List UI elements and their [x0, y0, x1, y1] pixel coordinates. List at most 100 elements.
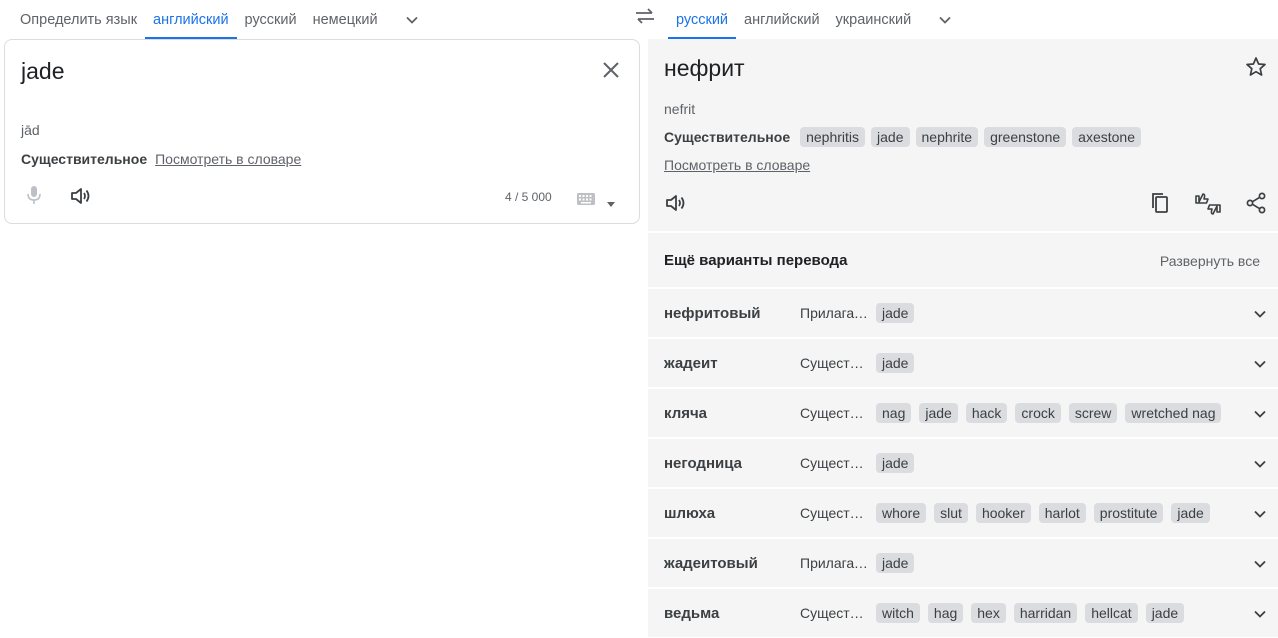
source-tab-russian[interactable]: русский: [237, 0, 305, 39]
synonym-chip[interactable]: nephrite: [915, 127, 979, 147]
star-icon: [1246, 57, 1266, 76]
translation-panel: нефрит nefrit Существительное nephritis …: [648, 39, 1278, 231]
save-translation-button[interactable]: [1244, 55, 1268, 79]
synonym-chip[interactable]: nephritis: [800, 127, 866, 147]
chevron-down-icon: [1254, 310, 1266, 318]
back-translation-chip[interactable]: jade: [876, 353, 915, 373]
chevron-down-icon: [405, 16, 418, 24]
caret-down-icon: [607, 202, 615, 207]
voice-input-button[interactable]: [23, 184, 45, 206]
alternative-pos: Существительное: [800, 455, 868, 471]
back-translation-chip[interactable]: hack: [965, 403, 1008, 423]
back-translation-chip[interactable]: hag: [927, 603, 964, 623]
alternative-chips: nag jade hack crock screw wretched nag: [876, 403, 1222, 423]
chevron-down-icon: [1254, 610, 1266, 618]
thumbs-icon: [1195, 193, 1221, 215]
translation-dictionary-link[interactable]: Посмотреть в словаре: [664, 157, 810, 173]
back-translation-chip[interactable]: witch: [876, 603, 920, 623]
source-more-languages-button[interactable]: [386, 0, 438, 39]
source-tab-english[interactable]: английский: [145, 0, 237, 39]
mic-icon: [27, 186, 41, 204]
character-count: 4 / 5 000: [505, 190, 552, 204]
target-more-languages-button[interactable]: [919, 0, 971, 39]
speaker-icon: [71, 188, 90, 204]
back-translation-chip[interactable]: screw: [1068, 403, 1118, 423]
back-translation-chip[interactable]: slut: [934, 503, 968, 523]
source-text-panel: jade jād Существительное Посмотреть в сл…: [4, 39, 640, 224]
target-tab-russian[interactable]: русский: [668, 0, 737, 39]
target-language-bar: русский английский украинский: [668, 0, 1278, 39]
copy-icon: [1152, 193, 1168, 213]
alternative-pos: Существительное: [800, 505, 868, 521]
back-translation-chip[interactable]: whore: [876, 503, 927, 523]
alternative-pos: Прилагательное: [800, 305, 868, 321]
alternative-pos: Существительное: [800, 605, 868, 621]
alternative-row[interactable]: нефритовый Прилагательное jade: [648, 289, 1278, 339]
alternative-row[interactable]: шлюха Существительное whore slut hooker …: [648, 489, 1278, 539]
expand-all-button[interactable]: Развернуть все: [1160, 253, 1260, 269]
back-translation-chip[interactable]: crock: [1015, 403, 1061, 423]
back-translation-chip[interactable]: harridan: [1013, 603, 1078, 623]
back-translation-chip[interactable]: hellcat: [1085, 603, 1138, 623]
back-translation-chip[interactable]: harlot: [1038, 503, 1086, 523]
back-translation-chip[interactable]: jade: [1171, 503, 1210, 523]
chevron-down-icon: [1254, 410, 1266, 418]
synonym-chip[interactable]: axestone: [1072, 127, 1141, 147]
alternative-chips: jade: [876, 553, 915, 573]
alternative-word: жадеитовый: [664, 554, 758, 572]
source-tab-german[interactable]: немецкий: [305, 0, 386, 39]
back-translation-chip[interactable]: hex: [971, 603, 1006, 623]
alternative-word: ведьма: [664, 604, 720, 622]
target-tab-ukrainian[interactable]: украинский: [828, 0, 920, 39]
back-translation-chip[interactable]: nag: [876, 403, 912, 423]
back-translation-chip[interactable]: prostitute: [1093, 503, 1164, 523]
speaker-icon: [666, 195, 685, 211]
alternative-chips: witch hag hex harridan hellcat jade: [876, 603, 1185, 623]
back-translation-chip[interactable]: jade: [876, 453, 915, 473]
translation-part-of-speech: Существительное nephritis jade nephrite …: [664, 127, 1141, 147]
target-tab-english[interactable]: английский: [736, 0, 828, 39]
alternative-word: жадеит: [664, 354, 718, 372]
back-translation-chip[interactable]: jade: [876, 303, 915, 323]
clear-source-button[interactable]: [599, 58, 623, 82]
alternative-row[interactable]: жадеит Существительное jade: [648, 339, 1278, 389]
alternatives-title: Ещё варианты перевода: [664, 252, 848, 269]
back-translation-chip[interactable]: hooker: [975, 503, 1031, 523]
source-listen-button[interactable]: [69, 184, 93, 208]
synonym-chip[interactable]: greenstone: [984, 127, 1067, 147]
back-translation-chip[interactable]: jade: [876, 553, 915, 573]
chevron-down-icon: [1254, 460, 1266, 468]
translation-listen-button[interactable]: [664, 191, 688, 215]
alternative-chips: whore slut hooker harlot prostitute jade: [876, 503, 1210, 523]
translation-pos-label: Существительное: [664, 129, 791, 145]
alternative-row[interactable]: кляча Существительное nag jade hack croc…: [648, 389, 1278, 439]
alternative-row[interactable]: негодница Существительное jade: [648, 439, 1278, 489]
back-translation-chip[interactable]: wretched nag: [1125, 403, 1222, 423]
source-transliteration: jād: [21, 122, 40, 138]
back-translation-chip[interactable]: jade: [919, 403, 958, 423]
source-dictionary-link[interactable]: Посмотреть в словаре: [155, 151, 301, 167]
back-translation-chip[interactable]: jade: [1145, 603, 1185, 623]
alternative-pos: Прилагательное: [800, 555, 868, 571]
alternative-pos: Существительное: [800, 355, 868, 371]
alternatives-header: Ещё варианты перевода Развернуть все: [648, 233, 1278, 289]
source-tab-detect[interactable]: Определить язык: [0, 0, 145, 39]
source-text-input[interactable]: jade: [21, 58, 64, 85]
alternative-row[interactable]: жадеитовый Прилагательное jade: [648, 539, 1278, 589]
share-translation-button[interactable]: [1244, 191, 1268, 215]
keyboard-button[interactable]: [576, 192, 596, 206]
source-part-of-speech: Существительное Посмотреть в словаре: [21, 151, 301, 167]
swap-languages-button[interactable]: [631, 4, 659, 28]
synonym-chip[interactable]: jade: [871, 127, 910, 147]
alternative-chips: jade: [876, 453, 915, 473]
alternative-word: шлюха: [664, 504, 716, 522]
alternative-translations: Ещё варианты перевода Развернуть все неф…: [648, 233, 1278, 638]
copy-translation-button[interactable]: [1148, 191, 1172, 215]
chevron-down-icon: [1254, 360, 1266, 368]
translation-transliteration: nefrit: [664, 101, 696, 117]
rate-translation-button[interactable]: [1194, 191, 1222, 217]
keyboard-options-button[interactable]: [606, 195, 616, 207]
alternative-word: нефритовый: [664, 304, 761, 322]
swap-icon: [636, 8, 654, 24]
alternative-row[interactable]: ведьма Существительное witch hag hex har…: [648, 589, 1278, 638]
